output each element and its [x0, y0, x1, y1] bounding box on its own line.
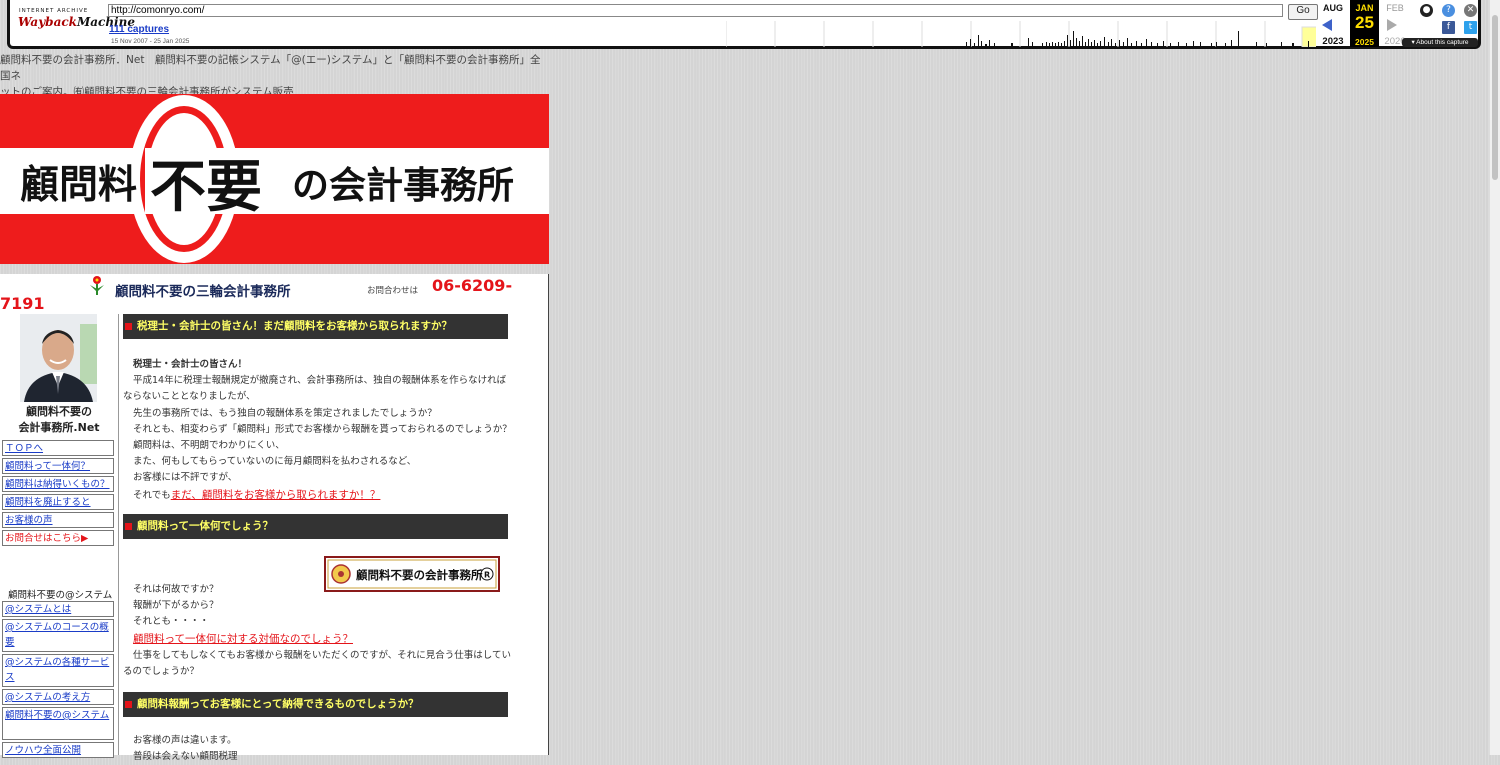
current-day-label: 25: [1355, 13, 1374, 32]
system-nav-title: 顧問料不要の@システム: [8, 590, 113, 601]
wayback-logo-word: Wayback: [18, 15, 77, 29]
nav-item-fee-convincing[interactable]: 顧問料は納得いくもの？: [2, 476, 114, 492]
section-heading: 顧問料って一体何でしょう？: [123, 514, 508, 539]
nav-item-system-concept[interactable]: @システムの考え方: [2, 689, 114, 705]
capture-date-range: 15 Nov 2007 - 25 Jan 2025: [111, 38, 190, 45]
go-button[interactable]: Go: [1288, 4, 1318, 20]
wayback-logo-caption: INTERNET ARCHIVE: [19, 8, 89, 14]
vertical-scrollbar[interactable]: [1489, 0, 1500, 755]
body-line: それとも・・・・: [133, 616, 210, 628]
body-line: 顧問料って一体何に対する対価なのでしょう？: [123, 631, 513, 648]
section-body: それは何故ですか？ 報酬が下がるから？ それとも・・・・ 顧問料って一体何に対す…: [123, 582, 513, 680]
section-heading: 税理士・会計士の皆さん！まだ顧問料をお客様から取られますか？: [123, 314, 508, 339]
nav-item-knowhow[interactable]: ノウハウ全面公開: [2, 742, 114, 758]
help-icon[interactable]: ?: [1442, 4, 1455, 17]
nav-item-abolish-fee[interactable]: 顧問料を廃止すると: [2, 494, 114, 510]
site-description: 顧問料不要の会計事務所．Net 顧問料不要の記帳システム「@(エー)システム」と…: [0, 52, 550, 100]
nav-item-testimonials[interactable]: お客様の声: [2, 512, 114, 528]
fee-what-for-link[interactable]: 顧問料って一体何に対する対価なのでしょう？: [133, 633, 353, 645]
banner-graphic: 顧問料 不要 の会計事務所: [0, 94, 549, 264]
nav-item-no-fee-system[interactable]: 顧問料不要の@システム: [2, 707, 114, 740]
nav-item-contact[interactable]: お問合せはこちら▶: [2, 530, 114, 546]
flower-icon: [90, 276, 104, 295]
phone-label: お問合わせは: [367, 286, 419, 296]
body-line: 普段は会えない顧問税理: [133, 751, 238, 763]
prev-capture-arrow-icon[interactable]: [1322, 19, 1332, 31]
site-name-line: 会計事務所.Net: [18, 421, 100, 434]
still-charging-link[interactable]: まだ、顧問料をお客様から取られますか！？: [171, 489, 381, 501]
body-line: また、何もしてもらっていないのに毎月顧問料を払わされるなど、: [133, 456, 417, 468]
header-banner: 顧問料 不要 の会計事務所: [0, 94, 549, 264]
body-line: お客様には不評ですが、: [133, 472, 238, 484]
wayback-logo[interactable]: WaybackMachine: [18, 15, 135, 35]
nav-item-system-services[interactable]: @システムの各種サービス: [2, 654, 114, 687]
body-line: 仕事をしてもしなくてもお客様から報酬をいただくのですが、それに見合う仕事はしてい: [133, 649, 512, 661]
current-year-label: 2025: [1355, 37, 1374, 47]
body-line: 平成14年に税理士報酬規定が撤廃され、会計事務所は、独自の報酬体系を作らなければ: [133, 375, 507, 387]
phone-number-part2: 7191: [0, 294, 45, 313]
system-nav: @システムとは @システムのコースの概要 @システムの各種サービス @システムの…: [2, 601, 114, 760]
description-line: 顧問料不要の会計事務所．Net 顧問料不要の記帳システム「@(エー)システム」と…: [0, 54, 541, 82]
prev-month-label[interactable]: AUG: [1319, 3, 1347, 13]
captures-link[interactable]: 111 captures: [109, 24, 169, 35]
column-divider: [118, 314, 119, 755]
body-line: それとも、相変わらず「顧問料」形式でお客様から報酬を貰っておられるのでしょうか？: [133, 423, 512, 435]
capture-sparkline[interactable]: [726, 21, 1316, 47]
body-line: 税理士・会計士の皆さん！: [133, 359, 248, 370]
wayback-toolbar: INTERNET ARCHIVE WaybackMachine http://c…: [7, 0, 1481, 49]
body-line: 報酬が下がるから？: [133, 600, 219, 612]
banner-text-b: 不要: [150, 155, 262, 220]
close-icon[interactable]: ✕: [1464, 4, 1477, 17]
body-line: るのでしょうか？: [123, 666, 200, 678]
section-body: 税理士・会計士の皆さん！ 平成14年に税理士報酬規定が撤廃され、会計事務所は、独…: [123, 357, 513, 504]
body-line: 顧問料は、不明朗でわかりにくい、: [133, 440, 285, 452]
next-month-label: FEB: [1386, 3, 1404, 13]
registered-mark: R: [484, 571, 490, 580]
nav-item-system-about[interactable]: @システムとは: [2, 601, 114, 617]
user-account-icon[interactable]: ●: [1420, 4, 1433, 17]
facebook-icon[interactable]: f: [1442, 21, 1455, 34]
main-content: 顧問料不要の三輪会計事務所 お問合わせは 06-6209- 7191 顧問料不要…: [0, 274, 549, 762]
site-name-line: 顧問料不要の: [26, 405, 92, 418]
logo-badge-text: 顧問料不要の会計事務所: [356, 568, 483, 582]
about-capture-button[interactable]: ▾ About this capture: [1402, 38, 1478, 47]
banner-text-a: 顧問料: [20, 163, 137, 208]
body-line: お客様の声は違います。: [133, 735, 237, 746]
twitter-icon[interactable]: t: [1464, 21, 1477, 34]
body-line: 先生の事務所では、もう独自の報酬体系を策定されましたでしょうか？: [133, 407, 437, 419]
section-heading: 顧問料報酬ってお客様にとって納得できるものでしょうか？: [123, 692, 508, 717]
body-line: それでもまだ、顧問料をお客様から取られますか！？: [123, 487, 513, 504]
current-month-label: JAN: [1355, 3, 1374, 13]
staff-photo: [20, 314, 97, 402]
section-body: お客様の声は違います。 普段は会えない顧問税理: [123, 733, 513, 765]
prev-year-label[interactable]: 2023: [1319, 36, 1347, 47]
main-nav: ＴＯＰへ 顧問料って一体何？ 顧問料は納得いくもの？ 顧問料を廃止すると お客様…: [2, 440, 114, 548]
body-line: ならないこととなりましたが、: [123, 391, 256, 403]
wayback-calendar-nav: AUG 2023 JAN 25 2025 FEB 2026: [1318, 0, 1413, 47]
nav-item-top[interactable]: ＴＯＰへ: [2, 440, 114, 456]
office-name: 顧問料不要の三輪会計事務所: [115, 284, 291, 300]
nav-item-what-is-fee[interactable]: 顧問料って一体何？: [2, 458, 114, 474]
body-line: それは何故ですか？: [133, 584, 219, 595]
nav-item-system-courses[interactable]: @システムのコースの概要: [2, 619, 114, 652]
banner-text-c: の会計事務所: [292, 164, 514, 207]
wayback-url-input[interactable]: http://comonryo.com/: [108, 4, 1283, 17]
scrollbar-thumb[interactable]: [1492, 15, 1498, 180]
tail-prefix: それでも: [133, 489, 171, 501]
current-capture-box: JAN 25 2025: [1350, 0, 1379, 47]
next-capture-arrow-icon: [1387, 19, 1397, 31]
phone-number-part1: 06-6209-: [432, 276, 513, 295]
site-name: 顧問料不要の 会計事務所.Net: [4, 404, 114, 436]
